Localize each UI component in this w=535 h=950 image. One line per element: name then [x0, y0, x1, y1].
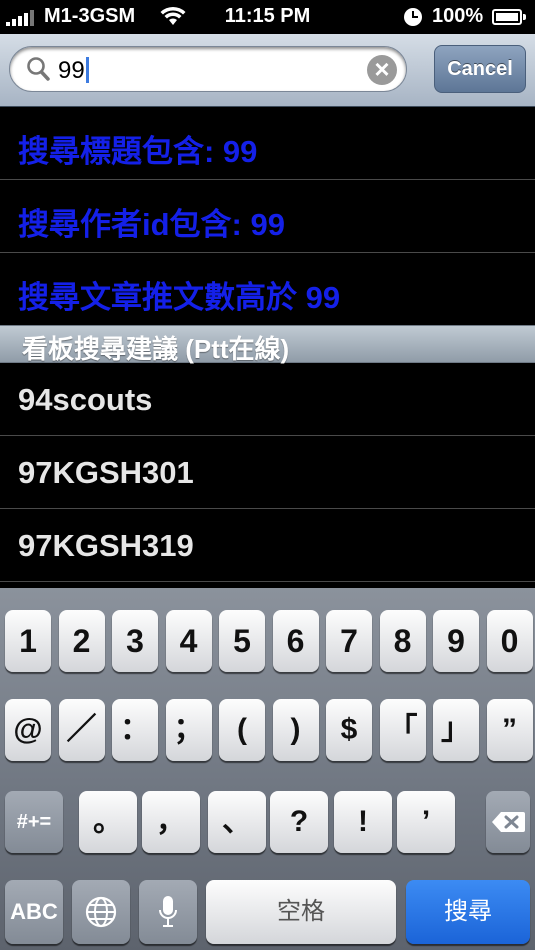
- key[interactable]: 。: [79, 791, 137, 853]
- board-name: 94scouts: [18, 382, 153, 417]
- clear-text-icon[interactable]: ×: [367, 55, 397, 85]
- cancel-button[interactable]: Cancel: [434, 45, 526, 93]
- battery-percentage: 100%: [432, 5, 484, 27]
- search-bar: 99 × Cancel: [0, 34, 535, 107]
- key[interactable]: ：: [112, 699, 158, 761]
- section-header-label: 看板搜尋建議 (Ptt在線): [22, 334, 290, 364]
- dictation-key[interactable]: [139, 880, 197, 944]
- key[interactable]: ／: [58, 699, 105, 761]
- key[interactable]: 3: [112, 610, 158, 672]
- text-cursor: [85, 57, 89, 83]
- board-row[interactable]: 97KGSH301: [0, 436, 535, 509]
- key[interactable]: ”: [486, 699, 533, 761]
- key[interactable]: ；: [165, 699, 212, 761]
- key[interactable]: ?: [270, 791, 328, 853]
- search-key[interactable]: 搜尋: [406, 880, 530, 944]
- key[interactable]: !: [334, 791, 392, 853]
- key[interactable]: 1: [5, 610, 51, 672]
- key[interactable]: 「: [379, 699, 426, 761]
- key[interactable]: 0: [486, 610, 533, 672]
- globe-icon: [85, 896, 117, 928]
- suggestion-label: 搜尋標題包含: 99: [18, 134, 258, 169]
- keyboard: #+= ABC 空格 搜尋 1 2 3 4 5 6 7 8 9 0 @ ／：；() $ 「」” 。，、?!: [0, 588, 535, 950]
- key[interactable]: ): [272, 699, 319, 761]
- microphone-icon: [159, 896, 177, 927]
- battery-icon: [492, 9, 526, 25]
- key[interactable]: $: [326, 699, 372, 761]
- status-bar: M1-3GSM 11:15 PM 100%: [0, 0, 535, 34]
- key[interactable]: ’: [397, 791, 455, 853]
- space-key[interactable]: 空格: [206, 880, 396, 944]
- search-icon: [27, 57, 50, 81]
- key[interactable]: 9: [433, 610, 479, 672]
- board-row[interactable]: 94scouts: [0, 363, 535, 436]
- key[interactable]: 7: [326, 610, 372, 672]
- suggestion-label: 搜尋作者id包含: 99: [18, 207, 285, 242]
- key[interactable]: 4: [165, 610, 212, 672]
- abc-key[interactable]: ABC: [5, 880, 63, 944]
- key[interactable]: 、: [208, 791, 266, 853]
- key[interactable]: 2: [58, 610, 105, 672]
- search-results-list: 搜尋標題包含: 99 搜尋作者id包含: 99 搜尋文章推文數高於 99 看板搜…: [0, 107, 535, 582]
- board-name: 97KGSH319: [18, 528, 194, 563]
- backspace-icon: [492, 812, 525, 832]
- backspace-key[interactable]: [486, 791, 530, 853]
- suggestion-row-push-count[interactable]: 搜尋文章推文數高於 99: [0, 253, 535, 325]
- key[interactable]: @: [5, 699, 51, 761]
- more-symbols-key[interactable]: #+=: [5, 791, 63, 853]
- key[interactable]: 5: [219, 610, 265, 672]
- suggestion-row-author[interactable]: 搜尋作者id包含: 99: [0, 180, 535, 253]
- key[interactable]: 6: [272, 610, 319, 672]
- key[interactable]: 」: [433, 699, 479, 761]
- board-name: 97KGSH301: [18, 455, 194, 490]
- key[interactable]: ，: [142, 791, 200, 853]
- rotation-lock-icon: [404, 8, 422, 26]
- section-header-board-suggestions: 看板搜尋建議 (Ptt在線): [0, 325, 535, 364]
- key[interactable]: (: [219, 699, 265, 761]
- globe-key[interactable]: [72, 880, 130, 944]
- suggestion-label: 搜尋文章推文數高於 99: [18, 280, 341, 315]
- suggestion-row-title[interactable]: 搜尋標題包含: 99: [0, 107, 535, 180]
- search-query-text: 99: [58, 57, 85, 84]
- search-input[interactable]: 99 ×: [9, 46, 407, 92]
- board-row[interactable]: 97KGSH319: [0, 509, 535, 582]
- key[interactable]: 8: [379, 610, 426, 672]
